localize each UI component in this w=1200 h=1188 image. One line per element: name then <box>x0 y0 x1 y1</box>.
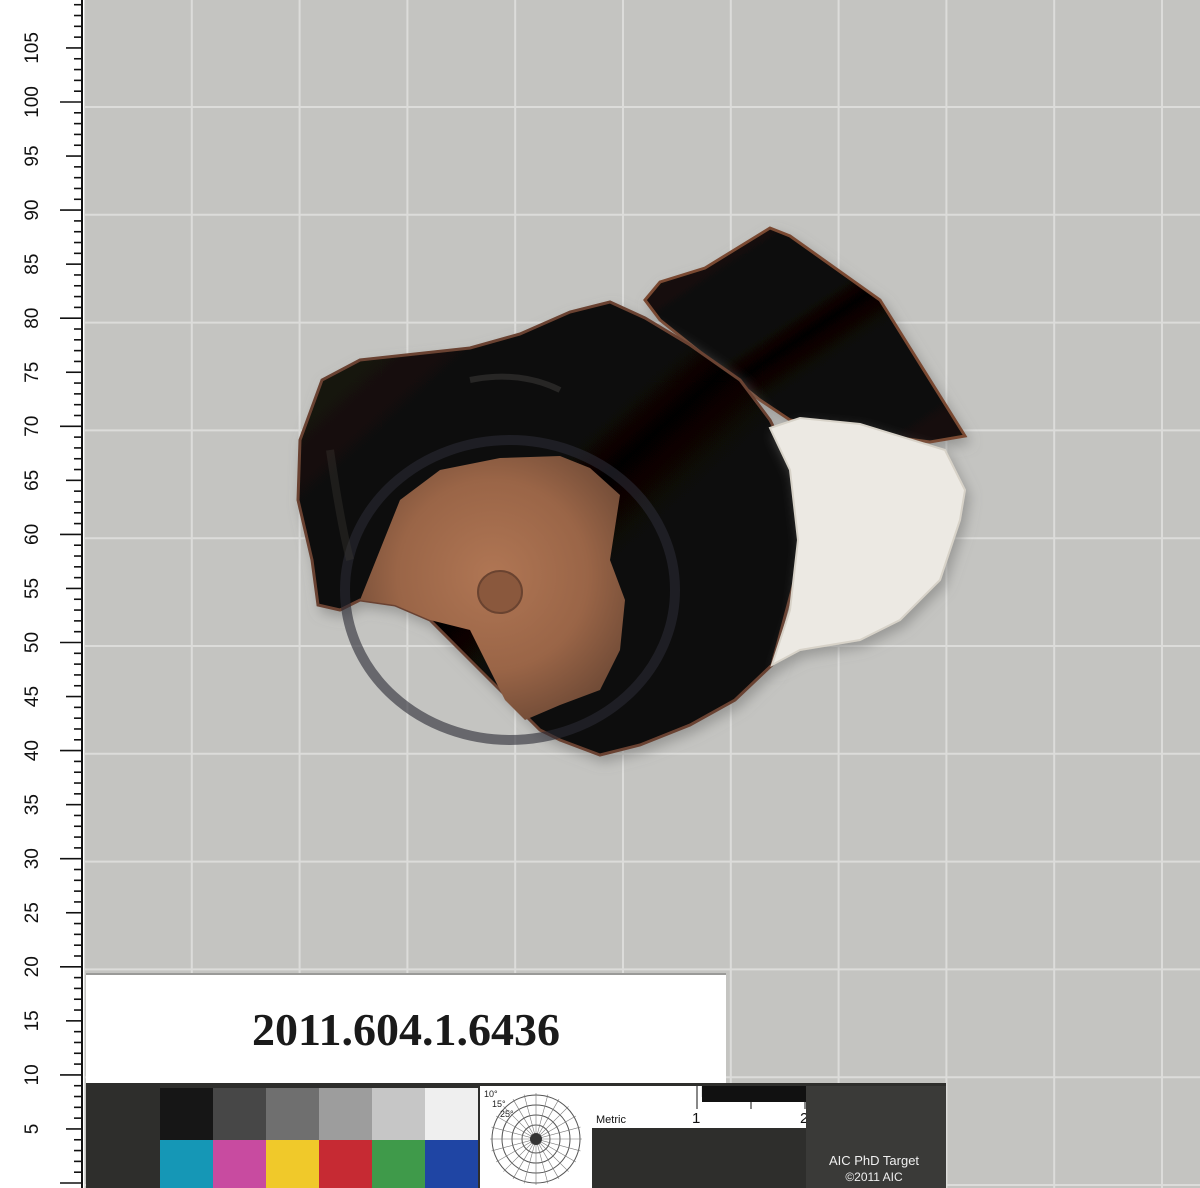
color-swatch <box>266 1140 319 1188</box>
angle-label: 10° <box>484 1089 498 1099</box>
gray-swatch <box>213 1088 266 1140</box>
gray-swatch <box>266 1088 319 1140</box>
gray-swatch <box>160 1088 213 1140</box>
angle-label: 25° <box>500 1109 514 1119</box>
color-swatch <box>425 1140 478 1188</box>
color-target: 10° 15° 25° Metric 1 2 AIC PhD Target ©2011 AIC <box>86 1083 946 1188</box>
metric-label: Metric <box>596 1114 626 1126</box>
color-swatch <box>372 1140 425 1188</box>
accession-number: 2011.604.1.6436 <box>252 1004 560 1055</box>
gray-swatch <box>425 1088 478 1140</box>
scale-bar <box>702 1086 806 1102</box>
central-stamp <box>477 570 523 614</box>
target-center <box>530 1133 542 1145</box>
color-swatch <box>319 1140 372 1188</box>
target-name: AIC PhD Target <box>829 1153 919 1168</box>
gray-swatch <box>319 1088 372 1140</box>
color-swatch <box>160 1140 213 1188</box>
gray-swatch <box>372 1088 425 1140</box>
accession-label: 2011.604.1.6436 <box>86 973 726 1090</box>
angle-label: 15° <box>492 1099 506 1109</box>
scale-mark: 1 <box>692 1110 700 1127</box>
color-swatch <box>213 1140 266 1188</box>
target-copyright: ©2011 AIC <box>845 1170 903 1184</box>
plaster-fill <box>768 416 967 668</box>
